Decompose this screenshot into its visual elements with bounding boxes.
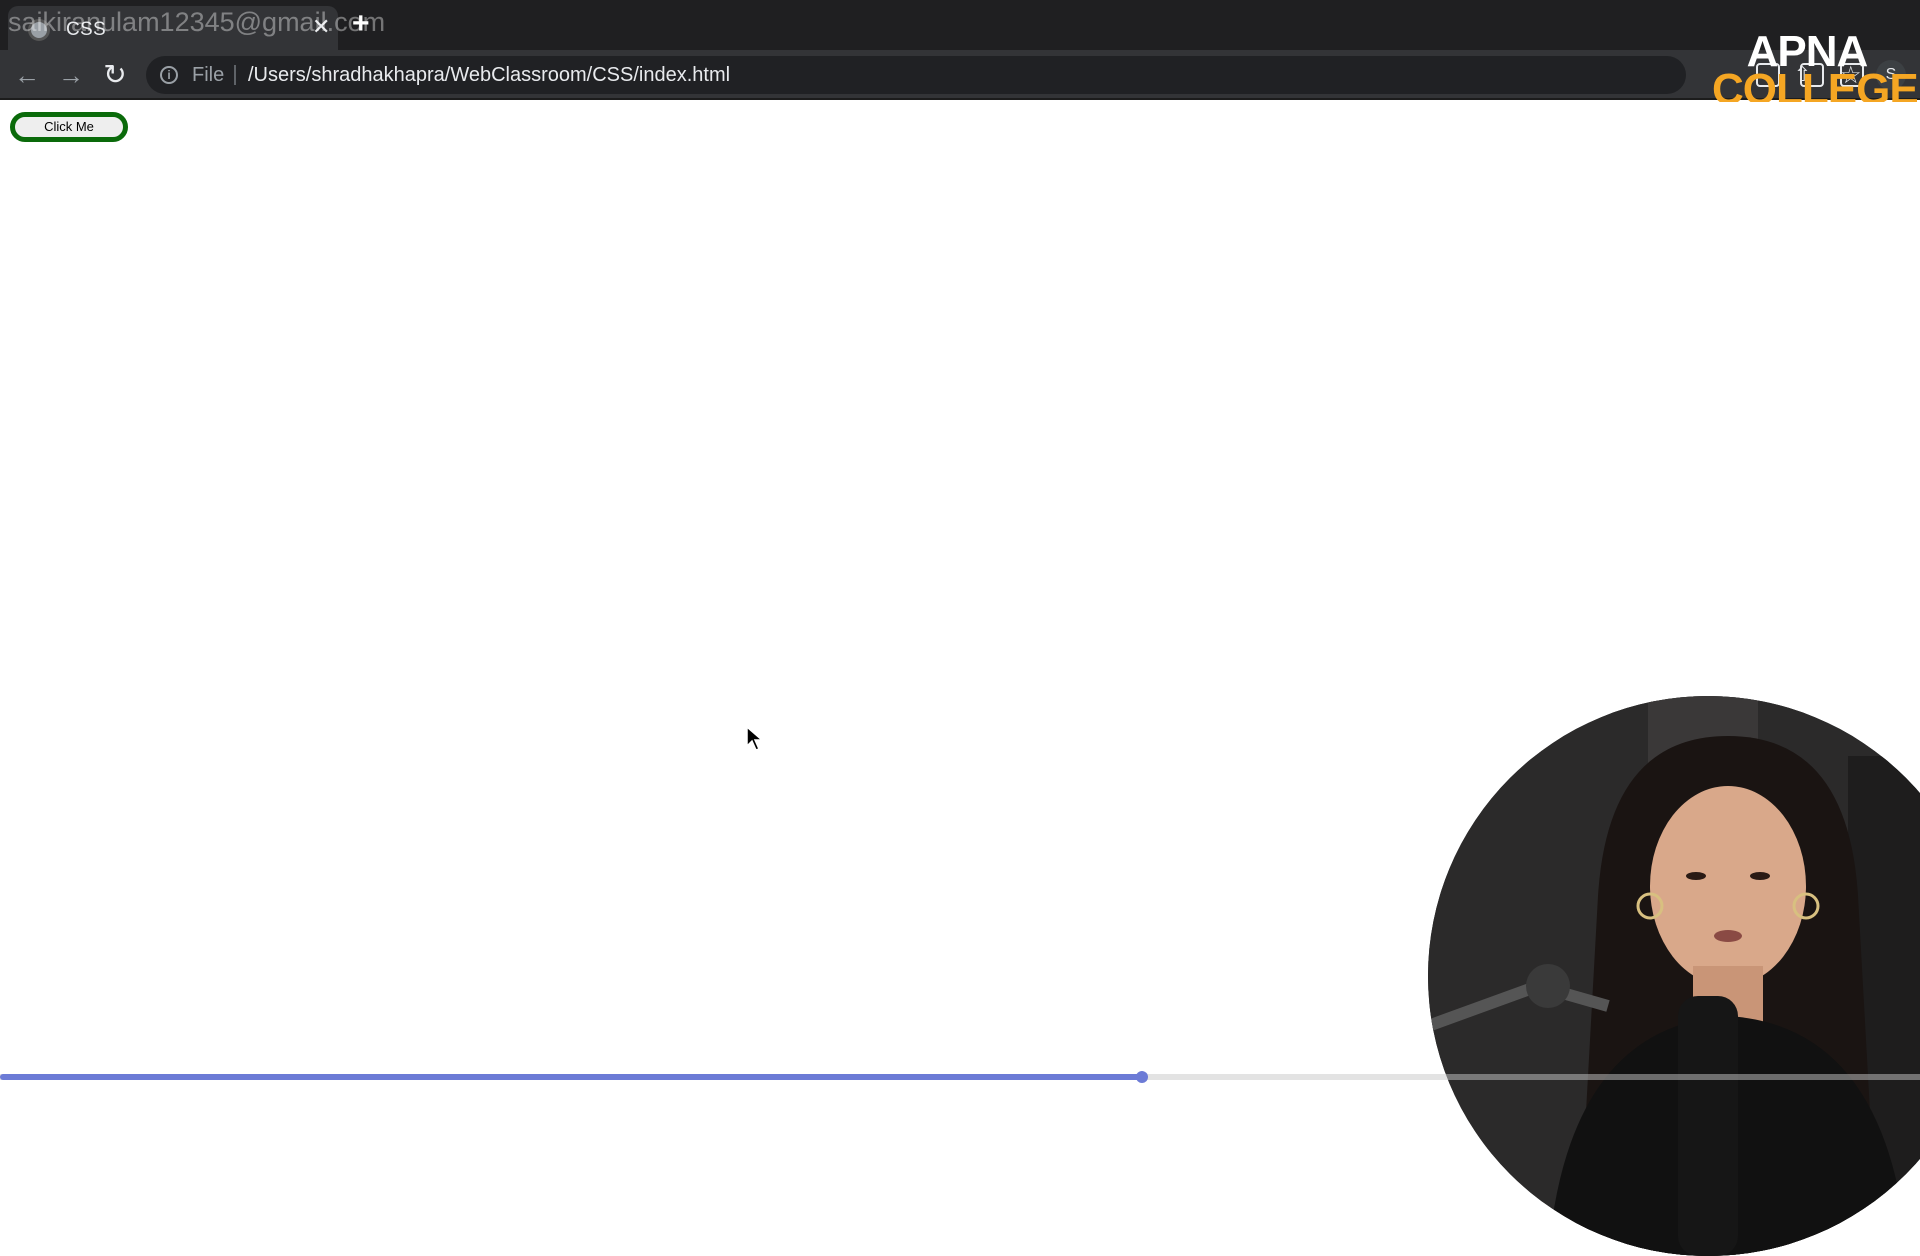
video-progress-bar[interactable]: [0, 1071, 1920, 1083]
video-progress-fill: [0, 1074, 1143, 1080]
globe-favicon-icon: [28, 19, 50, 41]
tab-strip: CSS ✕ + saikiranulam12345@gmail.com: [0, 0, 1920, 50]
address-divider: [234, 65, 236, 85]
mouse-pointer-icon: [746, 726, 764, 751]
forward-arrow-icon[interactable]: →: [54, 58, 88, 92]
address-url[interactable]: /Users/shradhakhapra/WebClassroom/CSS/in…: [248, 64, 730, 87]
new-tab-button[interactable]: +: [352, 9, 370, 39]
reload-icon[interactable]: ↻: [98, 58, 132, 92]
info-icon[interactable]: i: [160, 66, 178, 84]
video-progress-handle[interactable]: [1136, 1071, 1149, 1083]
brand-logo: APNA COLLEGE: [1712, 30, 1919, 112]
close-tab-icon[interactable]: ✕: [312, 16, 330, 38]
tab-title: CSS: [66, 19, 106, 40]
click-me-button[interactable]: Click Me: [10, 112, 128, 142]
browser-toolbar: ← → ↻ i File /Users/shradhakhapra/WebCla…: [0, 50, 1920, 100]
address-scheme-label: File: [192, 64, 225, 86]
address-bar[interactable]: i File /Users/shradhakhapra/WebClassroom…: [146, 56, 1862, 94]
back-arrow-icon[interactable]: ←: [10, 58, 44, 92]
browser-tab-css[interactable]: CSS ✕: [8, 6, 338, 50]
